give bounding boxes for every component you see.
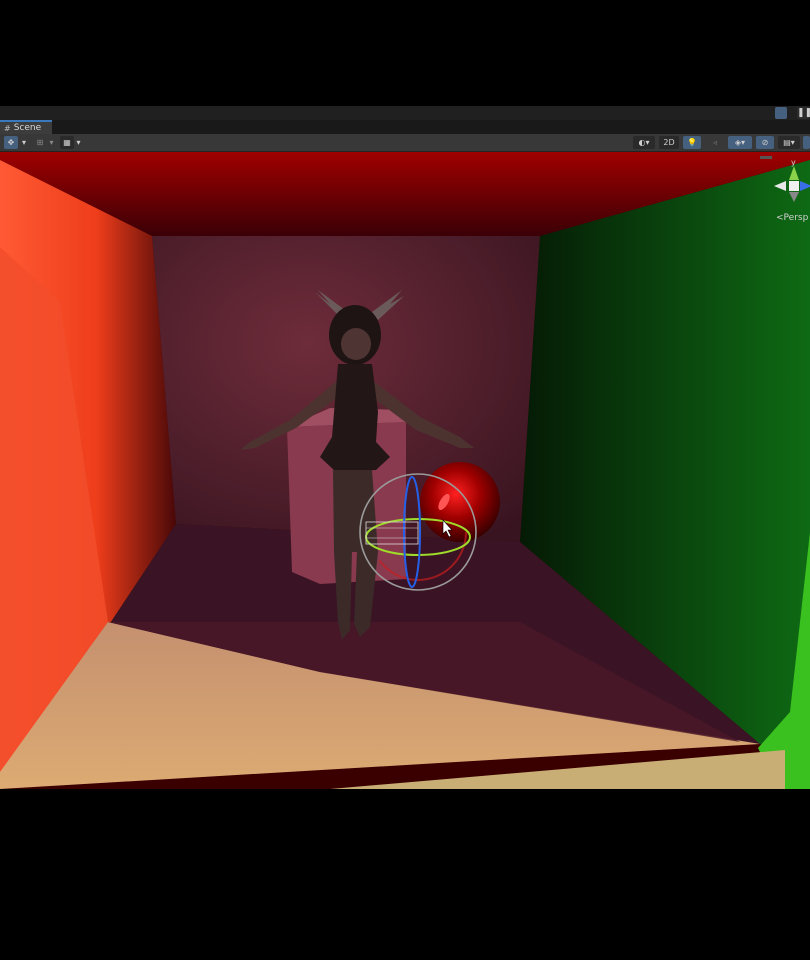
2d-toggle-button[interactable]: 2D (659, 136, 679, 149)
scene-render[interactable]: y (0, 152, 810, 789)
pause-icon: ❚❚ (797, 108, 810, 118)
shading-sphere-icon: ◐▾ (638, 138, 650, 147)
editor-top-bar: ❚❚ (0, 106, 810, 120)
scene-visibility-button[interactable]: ⊘ (756, 136, 774, 149)
projection-label: Persp (783, 213, 809, 223)
scene-viewport[interactable]: y (0, 152, 810, 789)
snap-grid-dropdown[interactable]: ▾ (74, 136, 83, 149)
chevron-down-icon: ▾ (76, 138, 81, 147)
camera-settings-button[interactable]: ▤▾ (778, 136, 800, 149)
camera-icon: ▤▾ (783, 138, 795, 147)
tab-scene[interactable]: # Scene (0, 120, 52, 134)
pivot-icon: ⊞ (36, 138, 44, 147)
audio-toggle-button[interactable]: ◃ (706, 136, 724, 149)
gizmo-handle[interactable] (760, 156, 772, 159)
2d-label: 2D (663, 138, 675, 147)
gizmo-y-label: y (791, 158, 796, 167)
gizmo-center-cube[interactable] (789, 181, 799, 191)
face (341, 328, 371, 360)
lighting-toggle-button[interactable]: 💡 (683, 136, 701, 149)
effects-toggle-button[interactable]: ◈▾ (728, 136, 752, 149)
move-tool-icon: ✥ (7, 138, 15, 147)
tab-strip: # Scene (0, 120, 810, 134)
scene-tab-label: Scene (13, 123, 42, 133)
shading-mode-button[interactable]: ◐▾ (633, 136, 655, 149)
eye-icon: ⊘ (761, 138, 769, 147)
hash-grid-icon: # (4, 123, 11, 133)
pivot-dropdown[interactable]: ▾ (47, 136, 56, 149)
pause-button[interactable]: ❚❚ (797, 107, 810, 119)
transform-tool-dropdown[interactable]: ▾ (19, 136, 29, 149)
grid-snap-icon: ▦ (63, 138, 71, 147)
pivot-tool-button[interactable]: ⊞ (33, 136, 47, 149)
chevron-down-icon: ▾ (21, 138, 26, 147)
transform-tool-button[interactable]: ✥ (4, 136, 18, 149)
chevron-down-icon: ▾ (49, 138, 54, 147)
scene-toolbar: ✥ ▾ ⊞ ▾ ▦ ▾ ◐▾ 2D 💡 ◃ ◈▾ ⊘ ▤▾ (0, 134, 810, 152)
light-bulb-icon: 💡 (687, 138, 697, 147)
snap-grid-button[interactable]: ▦ (60, 136, 74, 149)
audio-icon: ◃ (712, 138, 717, 147)
red-sphere[interactable] (420, 462, 500, 542)
projection-toggle[interactable]: <Persp (776, 213, 808, 223)
letterbox-bottom (0, 789, 810, 960)
back-arrow-icon: < (776, 213, 784, 223)
gizmos-button[interactable] (803, 136, 810, 149)
layout-toggle-button[interactable] (775, 107, 787, 119)
effects-layers-icon: ◈▾ (734, 138, 746, 147)
